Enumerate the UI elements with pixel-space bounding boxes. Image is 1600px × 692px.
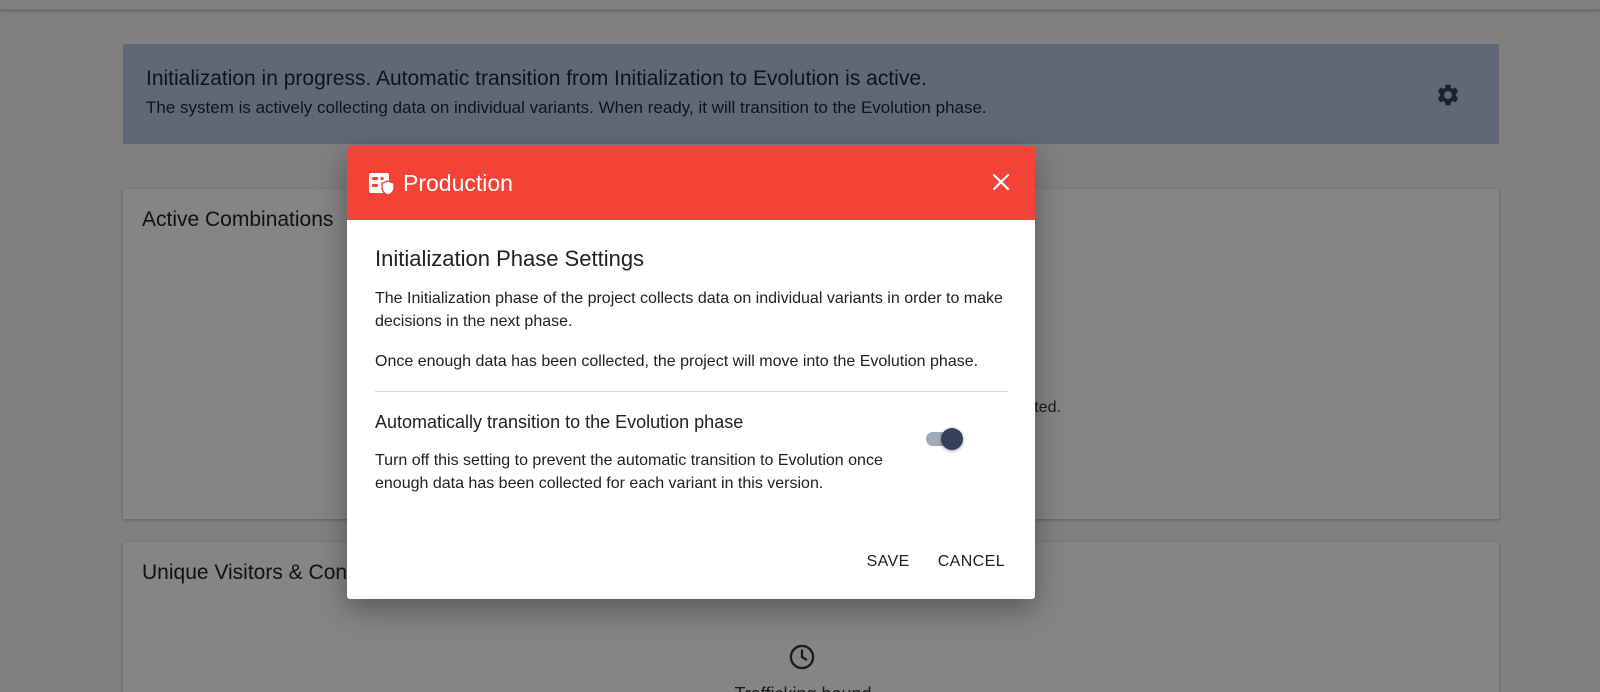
dialog-heading: Initialization Phase Settings bbox=[375, 246, 645, 271]
dialog-title: Production bbox=[403, 170, 513, 196]
save-button[interactable]: SAVE bbox=[857, 545, 920, 579]
dialog-header: Production bbox=[347, 146, 1035, 220]
toggle-thumb bbox=[941, 428, 963, 450]
dialog-body: Initialization Phase Settings The Initia… bbox=[347, 220, 1035, 522]
setting-description: Turn off this setting to prevent the aut… bbox=[375, 452, 883, 492]
dialog-description-secondary: Once enough data has been collected, the… bbox=[375, 353, 979, 370]
close-icon[interactable] bbox=[989, 170, 1013, 194]
auto-transition-toggle[interactable] bbox=[924, 425, 966, 453]
dialog-description: The Initialization phase of the project … bbox=[375, 290, 1003, 330]
auto-transition-setting: Automatically transition to the Evolutio… bbox=[375, 392, 1008, 522]
cancel-button[interactable]: CANCEL bbox=[928, 545, 1015, 579]
initialization-settings-dialog: Production Initialization Phase Settings… bbox=[347, 146, 1035, 599]
setting-title: Automatically transition to the Evolutio… bbox=[375, 412, 744, 432]
production-icon bbox=[369, 173, 395, 196]
dialog-actions: SAVE CANCEL bbox=[857, 545, 1015, 579]
